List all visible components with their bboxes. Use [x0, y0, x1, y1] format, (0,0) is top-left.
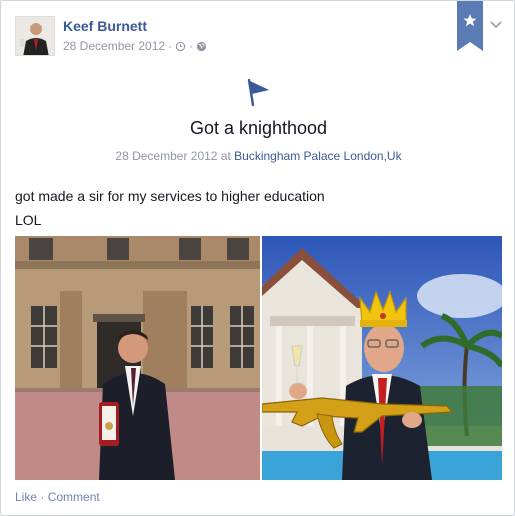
- meta-separator-2: ·: [189, 39, 194, 53]
- comment-link[interactable]: Comment: [48, 490, 100, 504]
- post-text-line: LOL: [15, 212, 42, 228]
- avatar[interactable]: [15, 16, 55, 56]
- post-actions: Like · Comment: [15, 490, 100, 504]
- like-link[interactable]: Like: [15, 490, 37, 504]
- post-meta: 28 December 2012 · ·: [63, 39, 207, 53]
- photo-crown[interactable]: [262, 236, 502, 480]
- chevron-down-icon[interactable]: [489, 17, 503, 29]
- post-date[interactable]: 28 December 2012: [63, 39, 165, 53]
- post-text-line: got made a sir for my services to higher…: [15, 188, 325, 204]
- event-location-link[interactable]: Buckingham Palace London,Uk: [234, 149, 401, 163]
- author-name[interactable]: Keef Burnett: [63, 18, 147, 34]
- event-title: Got a knighthood: [189, 118, 328, 138]
- meta-separator: ·: [168, 39, 173, 53]
- globe-icon[interactable]: [196, 41, 207, 52]
- flag-icon: [244, 77, 272, 107]
- event-subtitle: 28 December 2012 at Buckingham Palace Lo…: [1, 149, 515, 163]
- event-date: 28 December 2012 at: [115, 149, 235, 163]
- action-separator: ·: [37, 490, 48, 504]
- post-text: got made a sir for my services to higher…: [15, 184, 325, 232]
- photo-palace[interactable]: [15, 236, 260, 480]
- post-card: Keef Burnett 28 December 2012 · · Got a …: [0, 0, 515, 516]
- clock-icon: [175, 41, 186, 52]
- star-ribbon-icon[interactable]: [457, 1, 483, 51]
